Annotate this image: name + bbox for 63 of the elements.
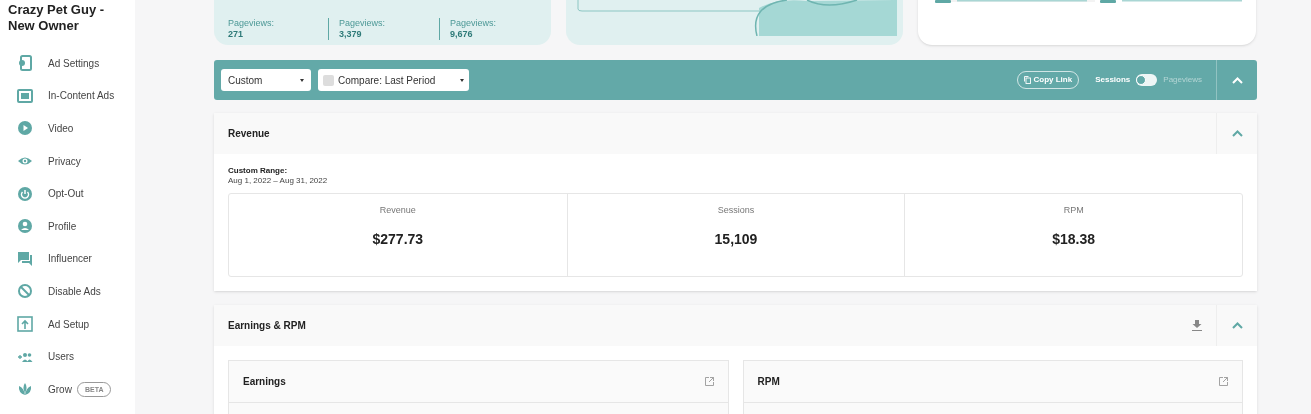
panel-title: Revenue	[228, 127, 271, 141]
range-label: Custom Range:	[228, 166, 289, 176]
item-label: Ad Settings	[48, 56, 100, 71]
metric-label: Revenue	[379, 204, 416, 217]
caret-icon	[300, 78, 304, 82]
copy-icon	[1023, 76, 1031, 84]
item-label: Disable Ads	[48, 284, 101, 299]
sidebar-item[interactable]: Profile	[8, 209, 135, 243]
item-label: Ad Setup	[48, 317, 90, 332]
metric-value: $277.73	[372, 229, 424, 249]
item-label: Users	[48, 350, 75, 365]
settings-icon	[17, 55, 33, 72]
metric-value: $18.38	[1052, 229, 1096, 249]
item-label: Profile	[48, 219, 77, 234]
screen-icon	[17, 87, 33, 104]
toggle-label: Pageviews	[1163, 74, 1202, 86]
sidebar-item[interactable]: Ad Setup	[8, 307, 135, 341]
download-icon[interactable]	[1192, 320, 1202, 331]
stat-label: Pageviews:	[228, 18, 276, 29]
power-icon	[17, 185, 33, 202]
play-icon	[17, 120, 33, 137]
panel-title: Earnings & RPM	[228, 319, 307, 333]
external-link-icon[interactable]	[704, 377, 714, 386]
card-title: Earnings	[243, 375, 286, 389]
sidebar-item[interactable]: Opt-Out	[8, 177, 135, 210]
metric-value: 15,109	[714, 229, 758, 249]
stat-label: Pageviews:	[339, 18, 387, 29]
metric-label: RPM	[1063, 204, 1084, 217]
range-text: Aug 1, 2022 – Aug 31, 2022	[228, 176, 329, 186]
stat-value: 9,676	[450, 29, 474, 40]
sidebar-item[interactable]: Users	[8, 340, 135, 373]
item-label: Grow	[48, 382, 72, 397]
range-select[interactable]: Custom	[221, 69, 311, 91]
stat-label: Pageviews:	[450, 18, 498, 29]
item-label: Privacy	[48, 154, 81, 169]
sidebar-item[interactable]: Ad Settings	[8, 47, 135, 80]
user-icon	[17, 218, 33, 235]
sidebar-item[interactable]: Video	[8, 112, 135, 145]
caret-icon	[460, 78, 464, 82]
metric-label: Sessions	[717, 204, 755, 217]
collapse-icon[interactable]	[1231, 322, 1243, 329]
item-label: Opt-Out	[48, 187, 84, 202]
item-label: Influencer	[48, 252, 92, 267]
leaf-icon	[17, 381, 33, 398]
item-label: In-Content Ads	[48, 89, 115, 104]
toggle-switch[interactable]	[1136, 74, 1158, 86]
sidebar-item[interactable]: In-Content Ads	[8, 79, 135, 113]
site-title: Crazy Pet Guy - New Owner	[8, 2, 106, 34]
card-title: RPM	[757, 375, 780, 389]
toggle-label: Sessions	[1095, 74, 1131, 86]
stat-value: 3,379	[339, 29, 363, 40]
compare-select[interactable]: Compare: Last Period	[318, 69, 469, 91]
sidebar-item[interactable]: Disable Ads	[8, 275, 135, 308]
item-label: Video	[48, 122, 74, 136]
sidebar-item[interactable]: Influencer	[8, 242, 135, 276]
sidebar-item[interactable]: Privacy	[8, 144, 135, 178]
collapse-icon[interactable]	[1231, 130, 1243, 137]
external-link-icon[interactable]	[1219, 377, 1228, 386]
block-icon	[17, 283, 33, 300]
upload-icon	[17, 316, 33, 333]
chat-icon	[17, 250, 33, 267]
checkbox[interactable]	[323, 74, 334, 86]
stat-value: 271	[228, 29, 245, 40]
